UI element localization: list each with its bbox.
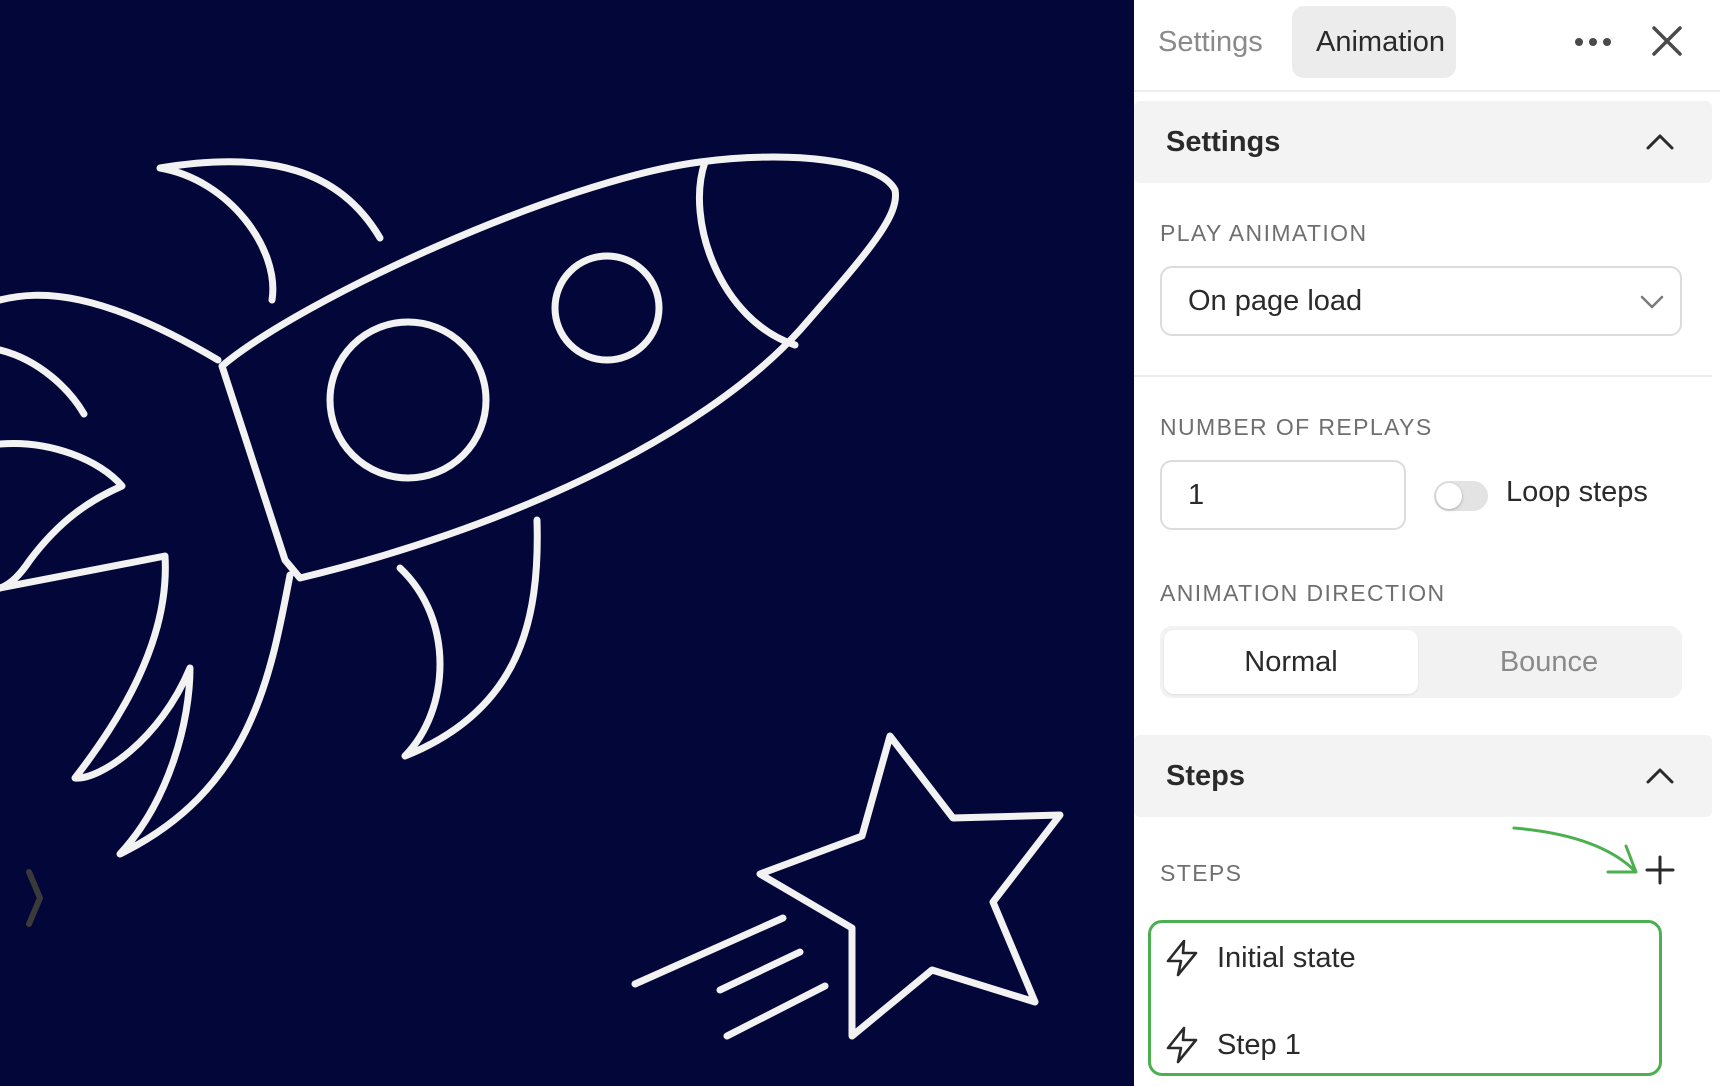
properties-panel: Settings Animation Settings PLAY ANIMATI…: [1134, 0, 1720, 1086]
plus-icon[interactable]: [1644, 854, 1676, 886]
chevron-up-icon[interactable]: [1644, 129, 1676, 153]
panel-header: Settings Animation: [1134, 0, 1720, 92]
settings-section-title: Settings: [1166, 126, 1281, 158]
chevron-up-icon[interactable]: [1644, 763, 1676, 787]
play-animation-value: On page load: [1188, 285, 1363, 317]
step-label: Initial state: [1217, 942, 1356, 974]
play-animation-label: PLAY ANIMATION: [1160, 220, 1368, 246]
animation-direction-label: ANIMATION DIRECTION: [1160, 580, 1446, 606]
direction-normal-option[interactable]: Normal: [1164, 630, 1418, 694]
animation-direction-control: Normal Bounce: [1160, 626, 1682, 698]
chevron-down-icon: [1640, 295, 1664, 309]
steps-section-title: Steps: [1166, 760, 1245, 792]
lightning-bolt-icon: [1166, 939, 1198, 977]
tab-animation[interactable]: Animation: [1292, 6, 1456, 78]
annotation-arrow-icon: [1512, 826, 1638, 874]
rocket-illustration: [0, 153, 1064, 1040]
number-of-replays-label: NUMBER OF REPLAYS: [1160, 414, 1433, 440]
steps-section-header[interactable]: Steps: [1134, 735, 1712, 817]
steps-label: STEPS: [1160, 860, 1243, 886]
direction-bounce-option[interactable]: Bounce: [1422, 630, 1676, 694]
steps-list: Initial state Step 1: [1148, 920, 1662, 1076]
play-animation-select[interactable]: On page load: [1160, 266, 1682, 336]
tab-settings[interactable]: Settings: [1134, 6, 1287, 78]
expand-handle-icon[interactable]: [24, 866, 46, 930]
replays-input[interactable]: 1: [1160, 460, 1406, 530]
lightning-bolt-icon: [1166, 1026, 1198, 1064]
step-label: Step 1: [1217, 1029, 1301, 1061]
loop-steps-toggle[interactable]: [1434, 481, 1488, 511]
settings-section-header[interactable]: Settings: [1134, 101, 1712, 183]
step-item-step-1[interactable]: Step 1: [1165, 1016, 1645, 1076]
section-divider: [1134, 375, 1712, 377]
toggle-knob: [1436, 483, 1462, 509]
step-item-initial-state[interactable]: Initial state: [1165, 929, 1645, 989]
loop-steps-label: Loop steps: [1506, 476, 1648, 508]
more-horizontal-icon[interactable]: [1572, 28, 1614, 56]
design-canvas[interactable]: [0, 0, 1134, 1086]
close-icon[interactable]: [1648, 22, 1686, 60]
